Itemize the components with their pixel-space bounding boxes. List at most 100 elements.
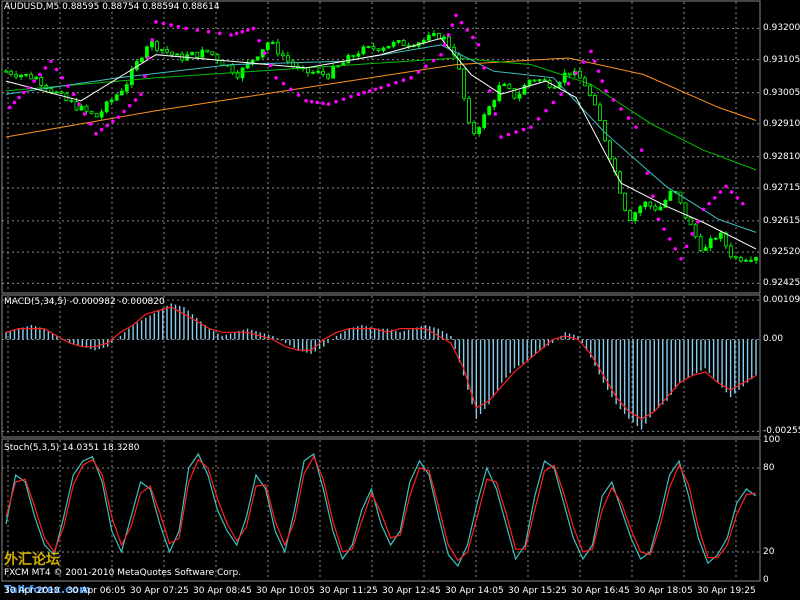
candle-body [230,64,235,74]
x-tick-label: 30 Apr 11:25 [319,586,378,596]
copyright-notice: FXCM MT4 © 2001-2010 MetaQuotes Software… [4,568,242,578]
candle-body [316,70,320,73]
sar-dot [206,29,211,34]
candle-body [24,73,29,76]
candle-body [220,60,225,66]
sar-dot [684,244,689,249]
sar-dot [712,196,717,200]
candle-body [376,48,381,51]
sar-dot [611,98,616,102]
candle-body [356,53,361,57]
sar-dot [544,108,548,113]
candle-body [754,257,758,261]
sar-dot [600,79,605,83]
candle-body [391,41,396,47]
candle-body [401,40,406,46]
x-tick-label: 30 Apr 14:05 [445,586,504,596]
candle-body [623,192,628,211]
sar-dot [735,196,740,200]
candle-body [104,101,109,113]
sar-dot [416,70,421,74]
candle-body [331,66,336,79]
candle-body [658,206,663,211]
candle-body [275,42,280,55]
candle-body [170,51,175,56]
candle-body [708,238,713,249]
candle-body [643,201,648,208]
sar-dot [274,75,278,80]
candle-body [482,114,487,128]
sar-dot [296,93,301,97]
sar-dot [696,219,700,224]
sar-dot [77,102,81,106]
sar-dot [154,20,158,24]
sar-dot [111,119,115,124]
sar-dot [356,92,361,97]
candle-body [140,57,144,63]
candle-body [99,111,104,118]
candle-body [698,236,703,251]
x-tick-label: 30 Apr 18:05 [634,586,693,596]
sar-dot [315,100,320,105]
candle-body [285,55,290,62]
candle-body [603,120,607,142]
sar-dot [506,132,511,137]
sar-dot [66,84,70,88]
sar-dot [133,98,138,102]
sar-dot [592,59,597,64]
sar-dot [127,103,132,108]
candle-body [155,41,159,51]
sar-dot [146,56,151,60]
candle-body [245,62,250,69]
candle-body [74,101,79,111]
sar-dot [718,190,723,194]
sar-dot [184,26,188,31]
x-tick-label: 30 Apr 10:05 [256,586,315,596]
price-tick-label: 0.93005 [763,87,800,98]
sar-dot [514,130,518,134]
candle-body [4,70,8,73]
sar-dot [22,90,26,95]
candle-body [29,73,34,80]
candle-body [34,77,39,80]
sar-dot [401,78,406,83]
candle-body [713,237,718,240]
candle-body [703,247,708,251]
macd-tick-label: 0.001091 [763,295,800,306]
sar-dot [529,125,533,129]
sar-dot [246,28,250,32]
sar-dot [379,85,383,90]
x-tick-label: 30 Apr 19:25 [697,586,756,596]
sar-dot [161,21,166,26]
candle-body [733,256,738,259]
sar-dot [673,247,678,251]
forum-watermark: 外汇论坛 [4,552,60,568]
candle-body [114,94,119,101]
x-tick-label: 30 Apr 12:45 [382,586,441,596]
sar-dot [667,237,672,241]
sar-dot [43,66,48,70]
candle-body [129,68,134,86]
candle-body [552,86,557,89]
sar-dot [493,112,498,116]
sar-dot [150,38,155,42]
sar-dot [724,184,728,189]
x-tick-label: 30 Apr 15:25 [508,586,567,596]
sar-dot [559,92,563,97]
sar-dot [321,101,325,106]
sar-dot [634,125,638,129]
candle-body [431,33,436,36]
candle-body [487,106,492,116]
sar-dot [139,92,143,97]
price-tick-label: 0.92715 [763,182,800,193]
candle-body [744,259,748,262]
sar-dot [234,31,239,36]
sar-dot [251,26,256,31]
sar-dot [662,227,666,231]
candle-body [9,70,13,75]
sar-dot [741,201,745,206]
candle-body [94,113,99,118]
sar-dot [639,148,644,152]
x-tick-label: 30 Apr 06:05 [67,586,126,596]
sar-dot [309,99,314,104]
